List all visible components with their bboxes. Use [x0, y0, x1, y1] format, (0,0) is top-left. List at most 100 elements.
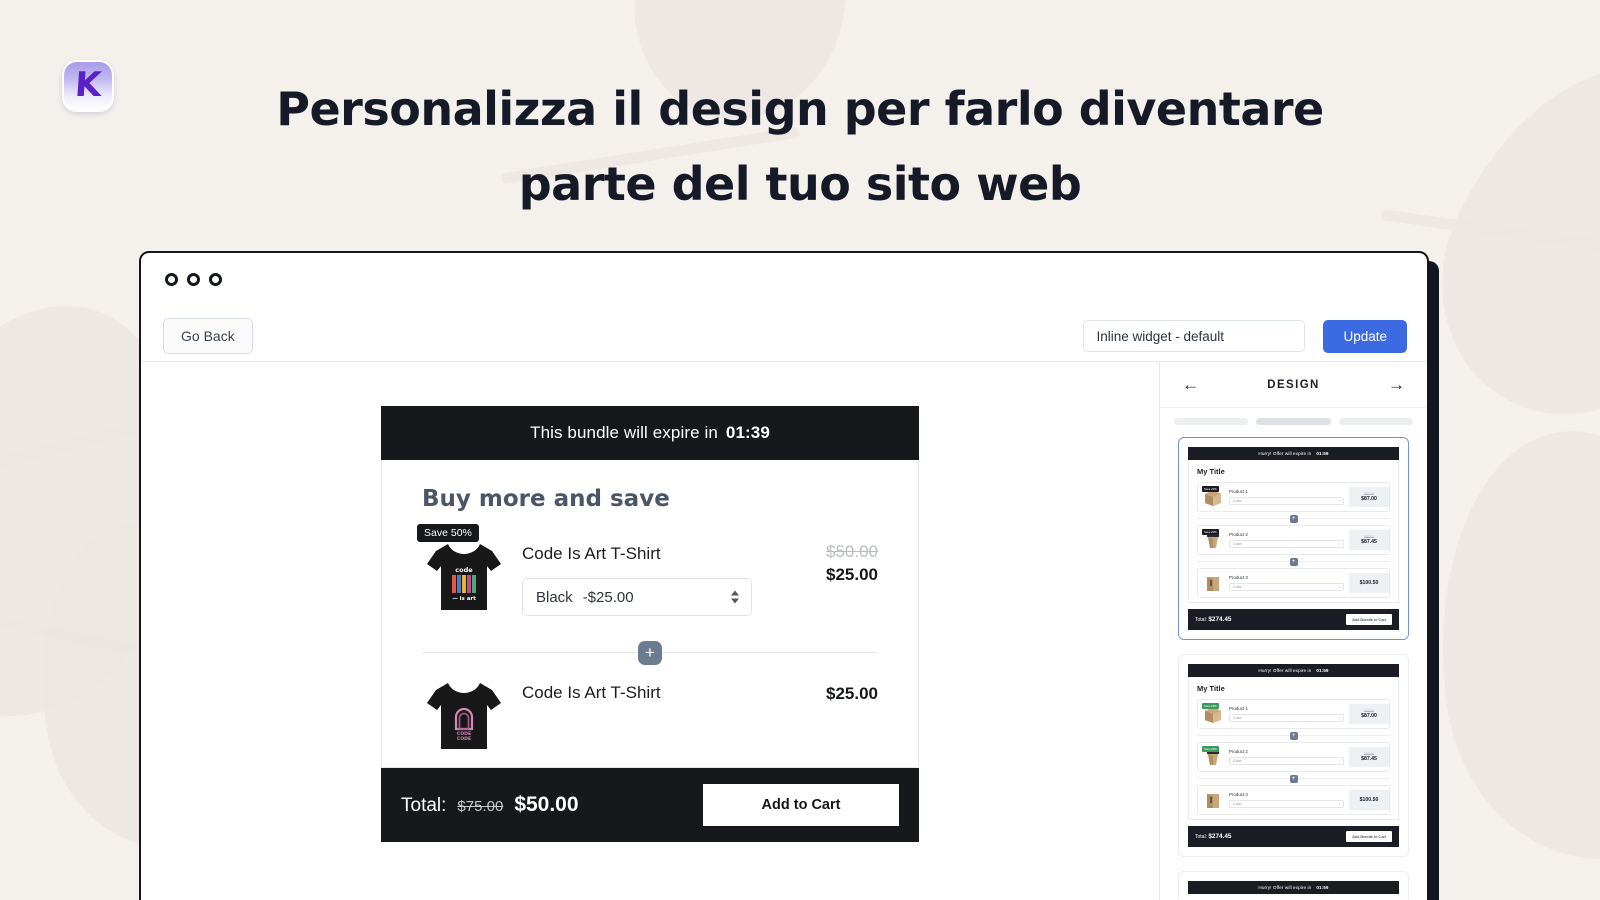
template-variant-label: Color [1233, 585, 1242, 589]
template-timer-label: Hurry! Offer will expire in [1258, 885, 1312, 890]
product-info: Code Is Art T-Shirt Black -$25.00 [522, 538, 766, 616]
template-preview: Hurry! Offer will expire in 01:59 My Titl… [1188, 664, 1399, 847]
widget-timer-bar: This bundle will expire in 01:39 [381, 406, 919, 460]
template-footer: Total: $274.45 Add Bundle to Cart [1188, 826, 1399, 847]
browser-window-mockup: Go Back Update This bundle will expire i… [139, 251, 1429, 900]
template-product-info: Product 1 Color ↕ [1229, 706, 1344, 722]
template-card[interactable]: Hurry! Offer will expire in 01:59 [1178, 871, 1409, 900]
template-price: $87.00 [1361, 713, 1377, 719]
window-dot-icon[interactable] [187, 273, 200, 286]
product-price-group: $25.00 [782, 677, 878, 704]
template-product-info: Product 2 Color ↕ [1229, 749, 1344, 765]
template-add-icon: + [1289, 514, 1298, 523]
design-panel-header: ← DESIGN → [1160, 362, 1427, 408]
template-variant-label: Color [1233, 716, 1242, 720]
product-row: CODE CODE Code Is Art T-Shirt $25.00 [422, 677, 878, 767]
svg-text:— is art: — is art [452, 596, 476, 602]
add-to-cart-button[interactable]: Add to Cart [703, 784, 899, 826]
template-footer: Total: $274.45 Add Bundle to Cart [1188, 609, 1399, 630]
window-body: This bundle will expire in 01:39 Buy more… [141, 361, 1427, 900]
arrow-right-icon[interactable]: → [1388, 376, 1405, 393]
window-controls [165, 273, 222, 286]
template-price-group: $99.00 $87.00 [1349, 487, 1389, 507]
template-timer: Hurry! Offer will expire in 01:59 [1188, 664, 1399, 677]
variant-option-label: Black [536, 588, 573, 606]
template-save-badge: Save 20% [1202, 746, 1219, 752]
template-timer: Hurry! Offer will expire in 01:59 [1188, 447, 1399, 460]
window-dot-icon[interactable] [209, 273, 222, 286]
template-price: $100.50 [1359, 797, 1379, 803]
widget-name-input[interactable] [1083, 320, 1306, 352]
template-product-row: Product 3 Color ↕ $100.50 [1197, 785, 1390, 815]
chevron-icon: ↕ [1338, 759, 1340, 763]
template-timer-label: Hurry! Offer will expire in [1258, 668, 1312, 673]
arrow-left-icon[interactable]: ← [1182, 376, 1199, 393]
variant-select[interactable]: Black -$25.00 [522, 578, 752, 616]
box-icon: Save 20% [1202, 746, 1224, 767]
template-product-name: Product 3 [1229, 575, 1248, 580]
template-product-row: Save 20% Product 2 Color ↕ $99.00 $87.45 [1197, 742, 1390, 772]
box-icon: Save 20% [1202, 486, 1224, 507]
template-timer-value: 01:59 [1316, 668, 1329, 673]
template-add-icon: + [1289, 557, 1298, 566]
template-save-badge: Save 20% [1202, 703, 1219, 709]
segment-indicator[interactable] [1338, 418, 1413, 425]
template-total-value: $274.45 [1208, 833, 1232, 840]
segment-indicator[interactable] [1174, 418, 1249, 425]
template-timer-value: 01:59 [1316, 451, 1329, 456]
tshirt-code-is-art-icon: code — is art [427, 544, 501, 610]
product-info: Code Is Art T-Shirt [522, 677, 766, 717]
template-total-label: Total: [1195, 834, 1207, 840]
window-titlebar [141, 253, 1427, 311]
total-price: $50.00 [514, 793, 579, 816]
add-product-button[interactable]: + [638, 640, 662, 665]
template-card[interactable]: Hurry! Offer will expire in 01:59 My Titl… [1178, 437, 1409, 640]
tshirt-code-arch-icon: CODE CODE [427, 683, 501, 749]
app-logo: K [62, 60, 114, 112]
box-icon [1202, 790, 1224, 810]
chevron-icon: ↕ [1338, 499, 1340, 503]
design-panel: ← DESIGN → Hurry! Offer will expire in 01… [1159, 362, 1427, 900]
template-cta: Add Bundle to Cart [1346, 831, 1392, 842]
chevron-icon: ↕ [1338, 802, 1340, 806]
template-card[interactable]: Hurry! Offer will expire in 01:59 My Titl… [1178, 654, 1409, 857]
update-button[interactable]: Update [1323, 319, 1407, 353]
template-price-group: $100.50 [1349, 573, 1389, 593]
template-total-label: Total: [1195, 617, 1207, 623]
box-icon [1202, 573, 1224, 593]
widget-preview-canvas: This bundle will expire in 01:39 Buy more… [141, 362, 1159, 900]
design-panel-title: DESIGN [1267, 378, 1320, 391]
product-price: $25.00 [826, 565, 878, 584]
variant-price-label: -$25.00 [582, 588, 634, 606]
template-divider: + [1197, 514, 1390, 523]
template-product-row: Save 20% Product 1 Color ↕ $99.00 $87.00 [1197, 699, 1390, 729]
template-product-row: Product 3 Color ↕ $100.50 [1197, 568, 1390, 598]
window-dot-icon[interactable] [165, 273, 178, 286]
segment-indicator-active[interactable] [1256, 418, 1331, 425]
template-timer-label: Hurry! Offer will expire in [1258, 451, 1312, 456]
template-variant-select: Color ↕ [1229, 757, 1344, 765]
total-group: Total: $75.00 $50.00 [401, 793, 579, 817]
template-divider: + [1197, 774, 1390, 783]
template-price: $87.45 [1361, 539, 1377, 545]
template-product-name: Product 3 [1229, 792, 1248, 797]
product-name: Code Is Art T-Shirt [522, 544, 661, 563]
template-total-value: $274.45 [1208, 616, 1232, 623]
template-divider: + [1197, 557, 1390, 566]
app-toolbar: Go Back Update [141, 311, 1427, 361]
row-divider: + [422, 640, 878, 665]
template-divider: + [1197, 731, 1390, 740]
template-add-icon: + [1289, 731, 1298, 740]
product-price: $25.00 [826, 684, 878, 703]
product-thumbnail: CODE CODE [422, 677, 506, 753]
box-icon: Save 20% [1202, 703, 1224, 724]
template-body: My Title Save 20% Product 1 Color ↕ $99.… [1188, 677, 1399, 820]
template-price: $87.00 [1361, 496, 1377, 502]
go-back-button[interactable]: Go Back [163, 318, 253, 354]
template-list[interactable]: Hurry! Offer will expire in 01:59 My Titl… [1160, 433, 1427, 900]
chevron-icon: ↕ [1338, 585, 1340, 589]
template-product-name: Product 2 [1229, 532, 1248, 537]
save-badge: Save 50% [417, 524, 479, 542]
product-row: Save 50% code — is art Code Is Art T-Shi… [417, 524, 878, 630]
widget-main: Buy more and save Save 50% code — is art… [381, 460, 919, 768]
